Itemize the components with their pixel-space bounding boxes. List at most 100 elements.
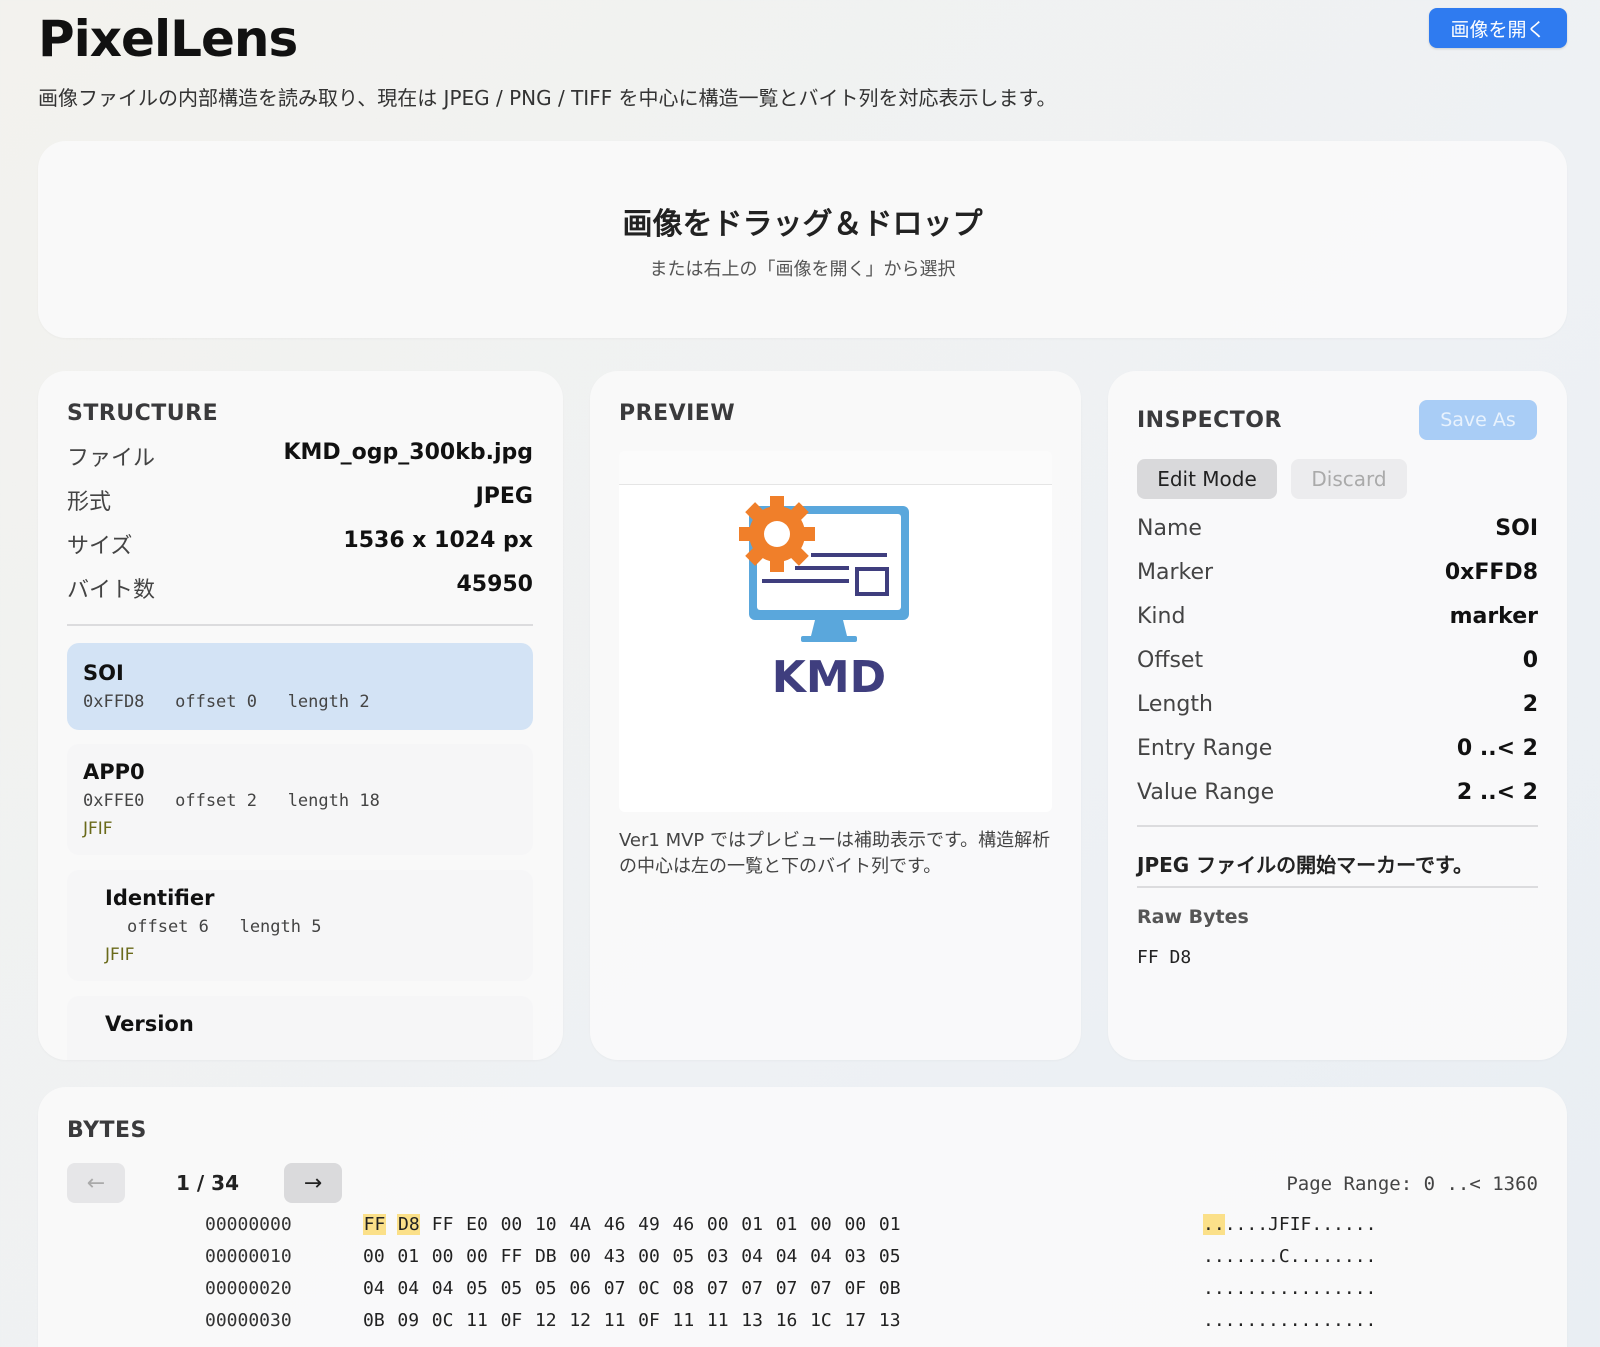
hex-byte[interactable]: 07 [741, 1278, 775, 1299]
hex-offset: 00000020 [205, 1278, 292, 1299]
hex-row[interactable]: 00000000 FF D8 FF E0 00 10 4A 46 49 46 00 01 01 00 00 01… [38, 1214, 1567, 1246]
hex-byte[interactable]: 07 [707, 1278, 741, 1299]
hex-byte[interactable]: DB [535, 1246, 569, 1267]
inspector-field: Kind marker [1137, 604, 1538, 629]
file-info-row: ファイル KMD_ogp_300kb.jpg [67, 440, 533, 472]
hex-offset: 00000030 [205, 1310, 292, 1331]
hex-byte[interactable]: 11 [673, 1310, 707, 1331]
hex-byte[interactable]: FF [432, 1214, 466, 1235]
segment-item-soi[interactable]: SOI 0xFFD8 offset 0 length 2 [67, 643, 533, 730]
hex-byte[interactable]: 01 [879, 1214, 913, 1235]
hex-byte[interactable]: 05 [466, 1278, 500, 1299]
hex-byte[interactable]: 01 [397, 1246, 431, 1267]
hex-byte[interactable]: 05 [673, 1246, 707, 1267]
hex-byte[interactable]: 11 [466, 1310, 500, 1331]
hex-byte[interactable]: 00 [432, 1246, 466, 1267]
hex-byte[interactable]: FF [363, 1214, 386, 1235]
hex-byte[interactable]: 0F [844, 1278, 878, 1299]
hex-byte[interactable]: 03 [844, 1246, 878, 1267]
hex-byte[interactable]: 08 [673, 1278, 707, 1299]
hex-byte[interactable]: 11 [707, 1310, 741, 1331]
segment-item-version[interactable]: Version [67, 996, 533, 1060]
hex-byte[interactable]: 13 [741, 1310, 775, 1331]
hex-byte[interactable]: E0 [466, 1214, 500, 1235]
save-as-button[interactable]: Save As [1419, 400, 1537, 440]
hex-byte[interactable]: 0F [638, 1310, 672, 1331]
hex-byte[interactable]: 0F [501, 1310, 535, 1331]
inspector-field-value: marker [1449, 604, 1538, 629]
hex-byte[interactable]: 03 [707, 1246, 741, 1267]
hex-byte[interactable]: 46 [673, 1214, 707, 1235]
hex-byte[interactable]: 05 [535, 1278, 569, 1299]
hex-byte[interactable]: 04 [741, 1246, 775, 1267]
hex-byte[interactable]: 00 [707, 1214, 741, 1235]
hex-byte[interactable]: 0B [363, 1310, 397, 1331]
hex-bytes: 04 04 04 05 05 05 06 07 0C 08 07 07 07 07 0F 0B [363, 1278, 913, 1299]
hex-ascii: .......C........ [1203, 1246, 1377, 1267]
divider [1137, 825, 1538, 827]
hex-byte[interactable]: 43 [604, 1246, 638, 1267]
inspector-field: Offset 0 [1137, 648, 1538, 673]
hex-byte[interactable]: 4A [569, 1214, 603, 1235]
hex-byte[interactable]: 13 [879, 1310, 913, 1331]
hex-byte[interactable]: 00 [569, 1246, 603, 1267]
open-image-button[interactable]: 画像を開く [1429, 8, 1567, 48]
segment-note: JFIF [105, 945, 135, 965]
segment-item-identifier[interactable]: Identifier offset 6 length 5 JFIF [67, 870, 533, 981]
hex-byte[interactable]: FF [501, 1246, 535, 1267]
hex-byte[interactable]: 04 [776, 1246, 810, 1267]
hex-byte[interactable]: 12 [569, 1310, 603, 1331]
next-page-button[interactable]: → [284, 1163, 342, 1203]
bytes-title: BYTES [67, 1118, 147, 1143]
hex-byte[interactable]: 09 [397, 1310, 431, 1331]
hex-byte[interactable]: 00 [466, 1246, 500, 1267]
hex-byte[interactable]: 00 [844, 1214, 878, 1235]
hex-byte[interactable]: 07 [604, 1278, 638, 1299]
hex-bytes: 0B 09 0C 11 0F 12 12 11 0F 11 11 13 16 1C 17 13 [363, 1310, 913, 1331]
hex-byte[interactable]: 04 [363, 1278, 397, 1299]
inspector-field-key: Kind [1137, 604, 1186, 629]
hex-byte[interactable]: 1C [810, 1310, 844, 1331]
inspector-field-key: Length [1137, 692, 1213, 717]
hex-byte[interactable]: 07 [776, 1278, 810, 1299]
hex-byte[interactable]: 01 [741, 1214, 775, 1235]
hex-byte[interactable]: 06 [569, 1278, 603, 1299]
hex-row[interactable]: 00000010 00 01 00 00 FF DB 00 43 00 05 03 04 04 04 03 05… [38, 1246, 1567, 1278]
hex-byte[interactable]: 07 [810, 1278, 844, 1299]
hex-byte[interactable]: 12 [535, 1310, 569, 1331]
hex-byte[interactable]: 0B [879, 1278, 913, 1299]
inspector-field-key: Offset [1137, 648, 1204, 673]
hex-byte[interactable]: 04 [397, 1278, 431, 1299]
hex-byte[interactable]: 17 [844, 1310, 878, 1331]
hex-byte[interactable]: 49 [638, 1214, 672, 1235]
prev-page-button[interactable]: ← [67, 1163, 125, 1203]
file-info-key: バイト数 [67, 578, 156, 603]
hex-byte[interactable]: 05 [879, 1246, 913, 1267]
file-info-row: サイズ 1536 x 1024 px [67, 528, 533, 560]
drop-zone[interactable]: 画像をドラッグ＆ドロップ または右上の「画像を開く」から選択 [38, 141, 1567, 338]
hex-byte[interactable]: 00 [501, 1214, 535, 1235]
hex-byte[interactable]: 01 [776, 1214, 810, 1235]
hex-byte[interactable]: 04 [432, 1278, 466, 1299]
hex-byte[interactable]: 10 [535, 1214, 569, 1235]
hex-byte[interactable]: 16 [776, 1310, 810, 1331]
hex-row[interactable]: 00000030 0B 09 0C 11 0F 12 12 11 0F 11 11 13 16 1C 17 13… [38, 1310, 1567, 1342]
hex-byte[interactable]: D8 [397, 1214, 421, 1235]
hex-ascii: ................ [1203, 1310, 1377, 1331]
hex-byte[interactable]: 0C [432, 1310, 466, 1331]
hex-byte[interactable]: 05 [501, 1278, 535, 1299]
inspector-field-value: 2 [1522, 692, 1538, 717]
hex-byte[interactable]: 11 [604, 1310, 638, 1331]
discard-button[interactable]: Discard [1291, 459, 1407, 499]
hex-byte[interactable]: 00 [638, 1246, 672, 1267]
hex-byte[interactable]: 00 [363, 1246, 397, 1267]
inspector-field: Marker 0xFFD8 [1137, 560, 1538, 585]
segment-item-app0[interactable]: APP0 0xFFE0 offset 2 length 18 JFIF [67, 744, 533, 855]
hex-byte[interactable]: 0C [638, 1278, 672, 1299]
arrow-right-icon: → [303, 1170, 323, 1196]
edit-mode-button[interactable]: Edit Mode [1137, 459, 1277, 499]
hex-byte[interactable]: 46 [604, 1214, 638, 1235]
hex-byte[interactable]: 04 [810, 1246, 844, 1267]
hex-byte[interactable]: 00 [810, 1214, 844, 1235]
hex-row[interactable]: 00000020 04 04 04 05 05 05 06 07 0C 08 07 07 07 07 0F 0B… [38, 1278, 1567, 1310]
